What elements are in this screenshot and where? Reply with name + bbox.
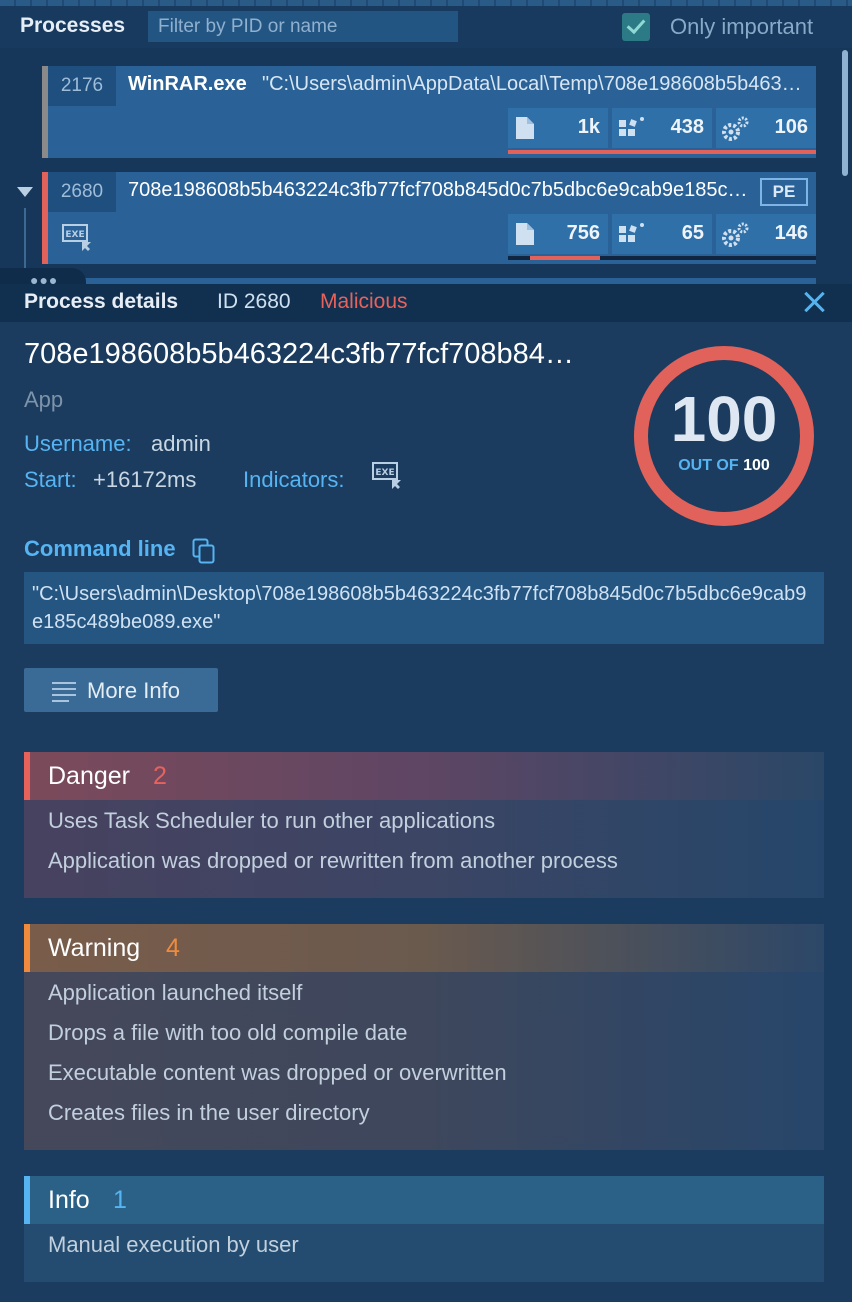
registry-count: 65 xyxy=(681,222,704,244)
warning-section: Warning 4 Application launched itself Dr… xyxy=(24,924,824,1150)
files-stat[interactable]: 756 xyxy=(508,214,608,254)
warning-header[interactable]: Warning 4 xyxy=(24,924,824,972)
copy-icon[interactable] xyxy=(192,538,216,564)
warning-accent xyxy=(24,924,30,972)
pe-badge: PE xyxy=(760,178,808,206)
files-count: 756 xyxy=(566,222,600,244)
info-list: Manual execution by user xyxy=(24,1224,824,1282)
process-row-2176[interactable]: 2176 WinRAR.exe "C:\Users\admin\AppData\… xyxy=(42,66,816,158)
activity-bar xyxy=(530,256,600,260)
threat-score-ring: 100 OUT OF 100 xyxy=(634,346,814,526)
process-pid: 2680 xyxy=(48,172,116,212)
details-title: Process details xyxy=(24,290,179,313)
list-item[interactable]: Manual execution by user xyxy=(48,1230,824,1270)
process-name: WinRAR.exe xyxy=(128,73,247,95)
activity-bar xyxy=(508,150,816,154)
list-item[interactable]: Creates files in the user directory xyxy=(48,1098,824,1138)
registry-stat[interactable]: 65 xyxy=(612,214,712,254)
list-item[interactable]: Uses Task Scheduler to run other applica… xyxy=(48,806,824,846)
process-id: ID 2680 xyxy=(217,290,291,313)
more-info-label: More Info xyxy=(87,678,180,703)
exe-icon: EXE xyxy=(62,224,91,251)
info-count: 1 xyxy=(113,1186,127,1214)
list-item[interactable]: Application launched itself xyxy=(48,978,824,1018)
warning-list: Application launched itself Drops a file… xyxy=(24,972,824,1150)
modules-count: 146 xyxy=(774,222,808,244)
modules-stat[interactable]: 146 xyxy=(716,214,816,254)
danger-title: Danger xyxy=(48,762,130,790)
process-type: App xyxy=(24,387,64,412)
danger-accent xyxy=(24,752,30,800)
filter-input[interactable] xyxy=(148,11,458,42)
modules-stat[interactable]: 106 xyxy=(716,108,816,148)
registry-icon xyxy=(619,117,644,136)
close-icon[interactable] xyxy=(800,288,828,316)
info-header[interactable]: Info 1 xyxy=(24,1176,824,1224)
warning-title: Warning xyxy=(48,934,141,962)
only-important-label[interactable]: Only important xyxy=(670,14,813,40)
username-value: admin xyxy=(151,431,211,456)
danger-count: 2 xyxy=(153,762,167,790)
danger-header[interactable]: Danger 2 xyxy=(24,752,824,800)
process-row-2680[interactable]: 2680 708e198608b5b463224c3fb77fcf708b845… xyxy=(42,172,816,264)
gears-icon xyxy=(722,222,749,247)
list-item[interactable]: Executable content was dropped or overwr… xyxy=(48,1058,824,1098)
processes-header: Processes Only important xyxy=(0,6,852,48)
command-line-box[interactable]: "C:\Users\admin\Desktop\708e198608b5b463… xyxy=(24,572,824,644)
file-icon xyxy=(516,223,534,245)
scrollbar[interactable] xyxy=(842,50,848,176)
process-list: 2176 WinRAR.exe "C:\Users\admin\AppData\… xyxy=(0,48,852,286)
list-item[interactable]: Application was dropped or rewritten fro… xyxy=(48,846,824,886)
start-label: Start: xyxy=(24,467,77,492)
check-icon xyxy=(626,14,646,35)
username-label: Username: xyxy=(24,431,132,456)
svg-text:EXE: EXE xyxy=(65,230,84,240)
more-info-button[interactable]: More Info xyxy=(24,668,218,712)
process-pid: 2176 xyxy=(48,66,116,106)
file-icon xyxy=(516,117,534,139)
info-accent xyxy=(24,1176,30,1224)
modules-count: 106 xyxy=(774,116,808,138)
exe-indicator-icon[interactable]: EXE xyxy=(372,462,404,490)
verdict-label: Malicious xyxy=(320,290,408,313)
files-stat[interactable]: 1k xyxy=(508,108,608,148)
process-cmd: "C:\Users\admin\AppData\Local\Temp\708e1… xyxy=(262,73,808,95)
process-name: 708e198608b5b463224c3fb77fcf708b845d0c7b… xyxy=(128,179,748,201)
process-full-name: 708e198608b5b463224c3fb77fcf708b845d0c7b… xyxy=(24,338,584,370)
svg-text:EXE: EXE xyxy=(375,468,394,478)
indicators-label: Indicators: xyxy=(243,467,345,492)
registry-count: 438 xyxy=(670,116,704,138)
start-value: +16172ms xyxy=(93,467,197,492)
danger-list: Uses Task Scheduler to run other applica… xyxy=(24,800,824,898)
danger-section: Danger 2 Uses Task Scheduler to run othe… xyxy=(24,752,824,898)
score-max: 100 xyxy=(743,457,770,474)
process-details-header: Process details ID 2680 Malicious xyxy=(0,284,852,322)
info-title: Info xyxy=(48,1186,90,1214)
info-section: Info 1 Manual execution by user xyxy=(24,1176,824,1282)
gears-icon xyxy=(722,116,749,141)
warning-count: 4 xyxy=(166,934,180,962)
registry-icon xyxy=(619,223,644,242)
score-out-of-label: OUT OF xyxy=(678,457,739,474)
collapse-arrow-icon[interactable] xyxy=(17,187,33,197)
score-caption: OUT OF 100 xyxy=(648,457,800,475)
threat-score: 100 xyxy=(670,383,778,455)
processes-title: Processes xyxy=(20,14,126,37)
registry-stat[interactable]: 438 xyxy=(612,108,712,148)
command-line-label: Command line xyxy=(24,536,176,561)
files-count: 1k xyxy=(577,116,600,138)
list-icon xyxy=(52,682,76,702)
list-item[interactable]: Drops a file with too old compile date xyxy=(48,1018,824,1058)
only-important-checkbox[interactable] xyxy=(622,13,650,41)
